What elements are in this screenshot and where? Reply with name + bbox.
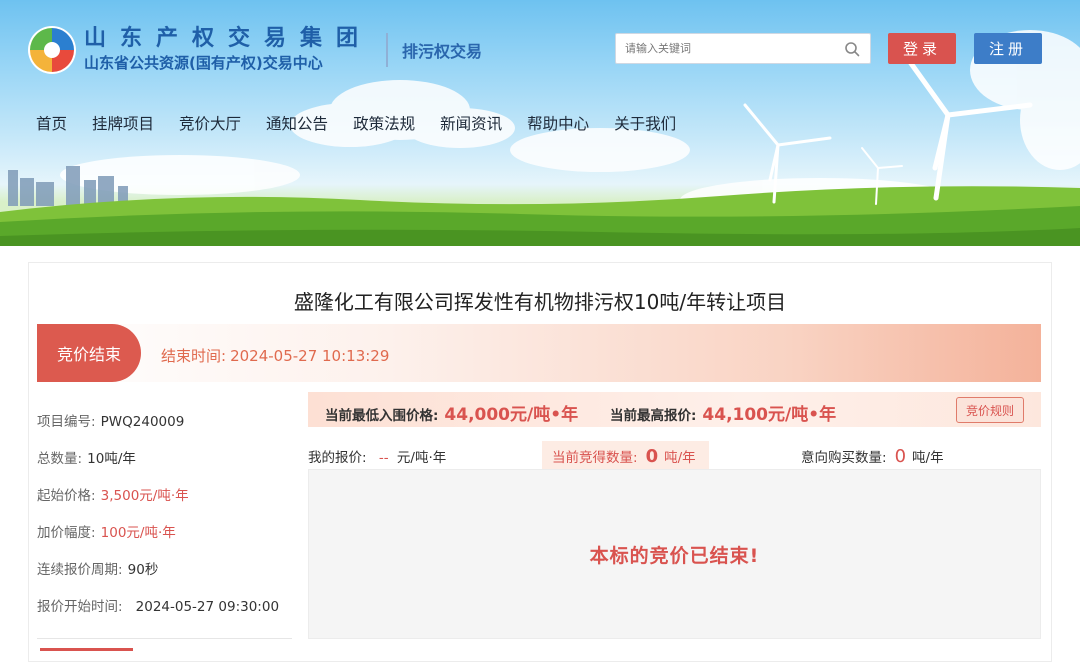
detail-value: 10吨/年 bbox=[87, 451, 136, 467]
won-quantity: 当前竞得数量: 0 吨/年 bbox=[552, 446, 696, 467]
my-bid: 我的报价: -- 元/吨·年 bbox=[308, 446, 446, 466]
detail-bid-cycle: 连续报价周期: 90秒 bbox=[37, 558, 158, 578]
section-name: 排污权交易 bbox=[402, 42, 483, 61]
status-badge: 竞价结束 bbox=[37, 324, 141, 382]
min-price-value: 44,000元/吨•年 bbox=[444, 405, 579, 425]
nav-item-news[interactable]: 新闻资讯 bbox=[440, 112, 502, 134]
main-nav: 首页 挂牌项目 竞价大厅 通知公告 政策法规 新闻资讯 帮助中心 关于我们 bbox=[36, 112, 701, 134]
my-bid-value: -- bbox=[378, 450, 389, 466]
detail-value: 3,500元/吨·年 bbox=[100, 488, 189, 504]
bidding-rules-button[interactable]: 竞价规则 bbox=[956, 397, 1024, 423]
intent-quantity-label: 意向购买数量: bbox=[801, 450, 887, 466]
search-icon[interactable] bbox=[840, 37, 864, 61]
detail-label: 报价开始时间: bbox=[37, 599, 123, 615]
logo-divider bbox=[386, 33, 389, 67]
detail-value: 2024-05-27 09:30:00 bbox=[135, 599, 280, 615]
detail-label: 加价幅度: bbox=[37, 525, 96, 541]
won-quantity-label: 当前竞得数量: bbox=[552, 450, 638, 466]
nav-item-notices[interactable]: 通知公告 bbox=[266, 112, 328, 134]
bid-result-panel: 本标的竞价已结束! bbox=[308, 469, 1041, 639]
end-time-value: 2024-05-27 10:13:29 bbox=[230, 347, 390, 365]
nav-item-listed-projects[interactable]: 挂牌项目 bbox=[92, 112, 154, 134]
logo-emblem-icon bbox=[28, 26, 76, 74]
detail-value: 100元/吨·年 bbox=[100, 525, 176, 541]
register-button[interactable]: 注册 bbox=[974, 33, 1042, 64]
search-input[interactable] bbox=[616, 34, 840, 63]
page-title: 盛隆化工有限公司挥发性有机物排污权10吨/年转让项目 bbox=[293, 290, 787, 314]
detail-start-time: 报价开始时间: 2024-05-27 09:30:00 bbox=[37, 595, 279, 615]
intent-quantity-unit: 吨/年 bbox=[912, 450, 944, 466]
my-bid-label: 我的报价: bbox=[308, 450, 367, 466]
details-divider bbox=[37, 638, 292, 639]
my-bid-unit: 元/吨·年 bbox=[396, 450, 447, 466]
header-banner: 山东产权交易集团 山东省公共资源(国有产权)交易中心 排污权交易 登录 注册 首… bbox=[0, 0, 1080, 246]
detail-total-quantity: 总数量: 10吨/年 bbox=[37, 447, 136, 467]
detail-label: 项目编号: bbox=[37, 414, 96, 430]
nav-item-policies[interactable]: 政策法规 bbox=[353, 112, 415, 134]
site-logo[interactable]: 山东产权交易集团 山东省公共资源(国有产权)交易中心 排污权交易 bbox=[26, 22, 482, 78]
min-price-label: 当前最低入围价格: bbox=[325, 408, 439, 424]
intent-quantity-value: 0 bbox=[894, 446, 907, 467]
nav-item-home[interactable]: 首页 bbox=[36, 112, 67, 134]
detail-increment: 加价幅度: 100元/吨·年 bbox=[37, 521, 176, 541]
detail-label: 总数量: bbox=[37, 451, 83, 467]
search-box bbox=[615, 33, 871, 64]
logo-subtitle: 山东省公共资源(国有产权)交易中心 bbox=[84, 54, 323, 72]
bid-result-message: 本标的竞价已结束! bbox=[589, 544, 760, 567]
max-price: 当前最高报价: 44,100元/吨•年 bbox=[610, 400, 836, 425]
logo-title: 山东产权交易集团 bbox=[84, 26, 373, 51]
nav-item-bidding-hall[interactable]: 竞价大厅 bbox=[179, 112, 241, 134]
detail-value: PWQ240009 bbox=[100, 414, 185, 430]
nav-item-about[interactable]: 关于我们 bbox=[614, 112, 676, 134]
end-time: 结束时间: 2024-05-27 10:13:29 bbox=[161, 345, 389, 366]
detail-start-price: 起始价格: 3,500元/吨·年 bbox=[37, 484, 189, 504]
intent-quantity: 意向购买数量: 0 吨/年 bbox=[801, 446, 944, 467]
login-button[interactable]: 登录 bbox=[888, 33, 956, 64]
detail-value: 90秒 bbox=[127, 562, 159, 578]
nav-item-help[interactable]: 帮助中心 bbox=[527, 112, 589, 134]
min-price: 当前最低入围价格: 44,000元/吨•年 bbox=[325, 400, 578, 425]
detail-project-code: 项目编号: PWQ240009 bbox=[37, 410, 184, 430]
detail-label: 连续报价周期: bbox=[37, 562, 123, 578]
max-price-value: 44,100元/吨•年 bbox=[702, 405, 837, 425]
won-quantity-unit: 吨/年 bbox=[664, 450, 696, 466]
max-price-label: 当前最高报价: bbox=[610, 408, 697, 424]
end-time-label: 结束时间: bbox=[161, 347, 227, 365]
won-quantity-value: 0 bbox=[645, 446, 659, 467]
detail-label: 起始价格: bbox=[37, 488, 96, 504]
